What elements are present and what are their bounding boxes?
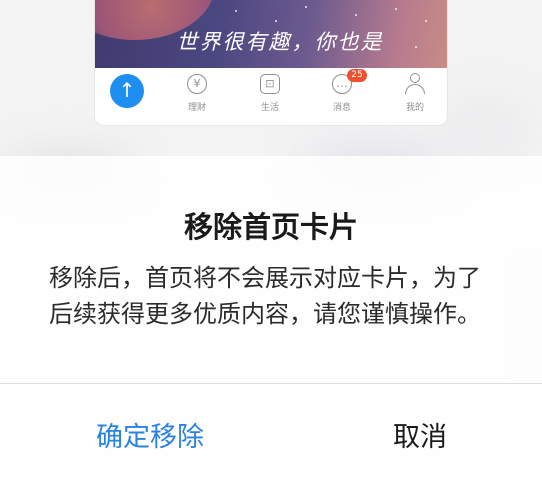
screen: 世界很有趣，你也是 ↑ ¥ 理财 ⊡ 生活 … 25 消息 我的 移除首页卡片 … — [0, 0, 542, 488]
yuan-icon: ¥ — [187, 74, 207, 94]
cancel-button[interactable]: 取消 — [340, 410, 500, 466]
banner-image: 世界很有趣，你也是 — [95, 0, 447, 68]
dialog-title: 移除首页卡片 — [183, 210, 358, 244]
nav-item-mine[interactable]: 我的 — [385, 68, 445, 125]
divider — [0, 383, 542, 384]
arrow-up-icon: ↑ — [110, 74, 144, 108]
remove-card-dialog: 移除首页卡片 移除后，首页将不会展示对应卡片，为了后续获得更多优质内容，请您谨慎… — [0, 156, 542, 488]
unread-badge: 25 — [347, 69, 367, 82]
life-icon: ⊡ — [260, 74, 280, 94]
nav-item-label: 生活 — [260, 103, 279, 113]
nav-item-home[interactable]: ↑ — [95, 68, 155, 125]
nav-item-label: 消息 — [332, 103, 351, 113]
profile-icon — [403, 72, 427, 96]
nav-item-messages[interactable]: … 25 消息 — [312, 68, 372, 125]
nav-item-wealth[interactable]: ¥ 理财 — [167, 68, 227, 125]
nav-item-life[interactable]: ⊡ 生活 — [240, 68, 300, 125]
nav-item-label: 理财 — [187, 103, 206, 113]
dialog-message: 移除后，首页将不会展示对应卡片，为了后续获得更多优质内容，请您谨慎操作。 — [49, 264, 481, 328]
confirm-remove-button[interactable]: 确定移除 — [60, 410, 240, 466]
nav-item-label: 我的 — [405, 103, 424, 113]
bottom-nav-bar: ↑ ¥ 理财 ⊡ 生活 … 25 消息 我的 — [95, 68, 447, 125]
home-preview-card: 世界很有趣，你也是 ↑ ¥ 理财 ⊡ 生活 … 25 消息 我的 — [94, 0, 448, 126]
banner-slogan: 世界很有趣，你也是 — [176, 30, 384, 54]
